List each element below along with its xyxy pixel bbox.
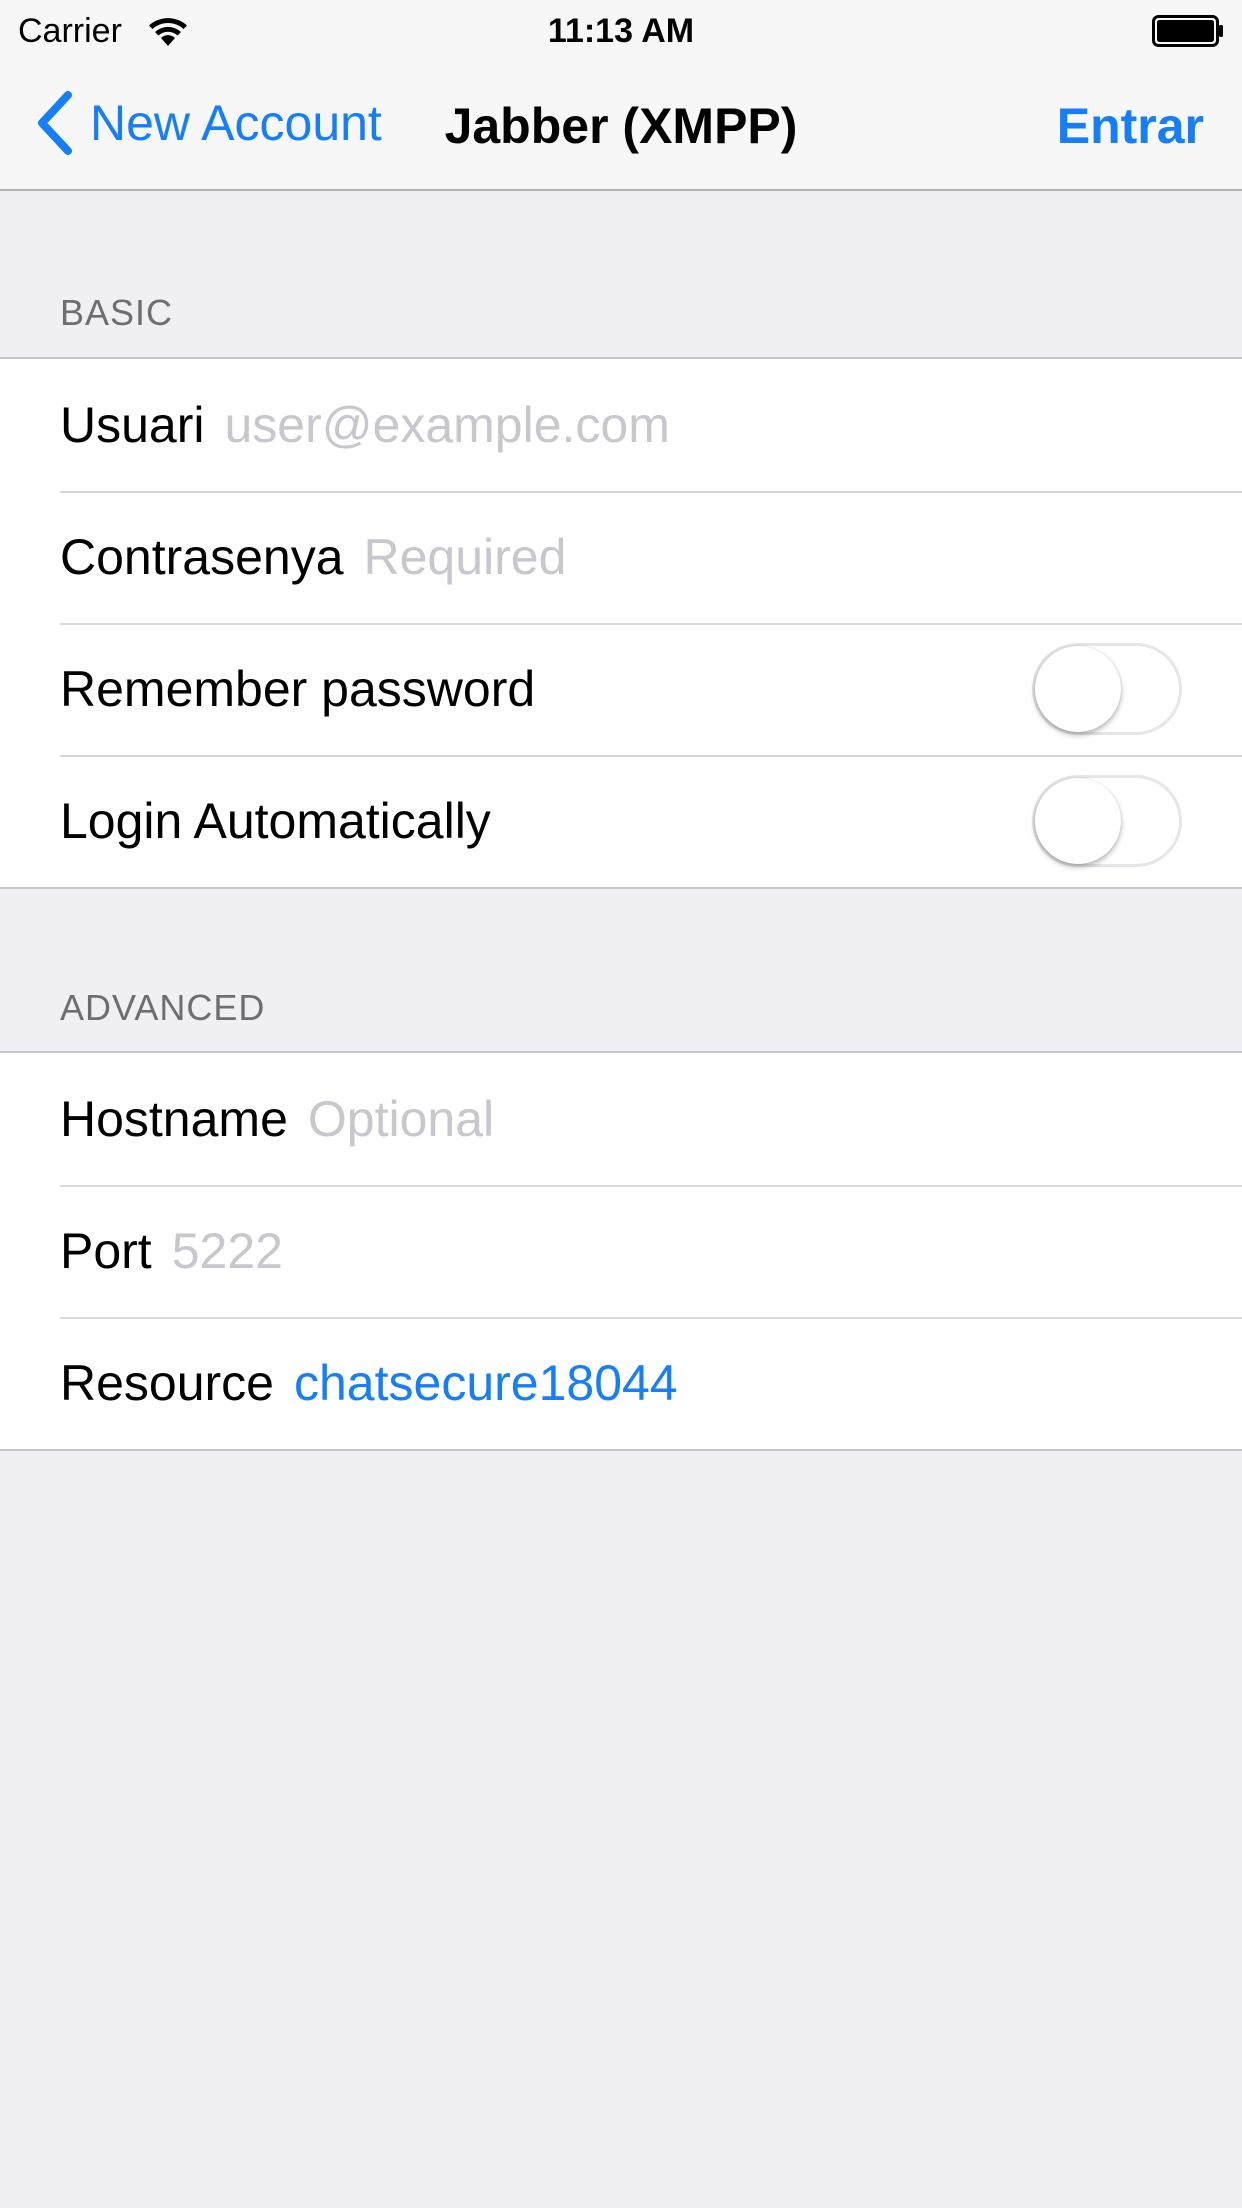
remember-password-label: Remember password	[60, 661, 536, 717]
login-button[interactable]: Entrar	[1057, 98, 1204, 154]
battery-icon	[1152, 15, 1223, 47]
password-row[interactable]: Contrasenya	[0, 491, 1242, 623]
hostname-row[interactable]: Hostname	[0, 1053, 1242, 1185]
remember-password-row: Remember password	[0, 623, 1242, 755]
login-automatically-row: Login Automatically	[0, 755, 1242, 887]
port-row[interactable]: Port	[0, 1185, 1242, 1317]
remember-password-toggle[interactable]	[1032, 643, 1182, 735]
port-input[interactable]	[171, 1219, 1242, 1283]
port-label: Port	[60, 1223, 152, 1279]
resource-label: Resource	[60, 1355, 274, 1411]
hostname-input[interactable]	[307, 1087, 1242, 1151]
resource-row[interactable]: Resource chatsecure18044	[0, 1317, 1242, 1449]
section-header-advanced: ADVANCED	[60, 987, 266, 1028]
status-bar: Carrier 11:13 AM	[0, 0, 1242, 60]
password-input[interactable]	[363, 525, 1242, 589]
section-header-basic: BASIC	[60, 292, 174, 333]
username-input[interactable]	[224, 393, 1242, 457]
password-label: Contrasenya	[60, 529, 344, 585]
resource-value[interactable]: chatsecure18044	[294, 1354, 678, 1412]
toggle-knob	[1035, 778, 1121, 864]
status-time: 11:13 AM	[547, 12, 695, 50]
basic-settings-group: Usuari Contrasenya Remember password Log…	[0, 357, 1242, 889]
username-label: Usuari	[60, 397, 205, 453]
advanced-settings-group: Hostname Port Resource chatsecure18044	[0, 1051, 1242, 1451]
navigation-bar: New Account Jabber (XMPP) Entrar	[0, 60, 1242, 191]
login-automatically-label: Login Automatically	[60, 793, 491, 849]
login-automatically-toggle[interactable]	[1032, 775, 1182, 867]
username-row[interactable]: Usuari	[0, 359, 1242, 491]
toggle-knob	[1035, 646, 1121, 732]
page-title: Jabber (XMPP)	[444, 98, 798, 154]
hostname-label: Hostname	[60, 1091, 288, 1147]
